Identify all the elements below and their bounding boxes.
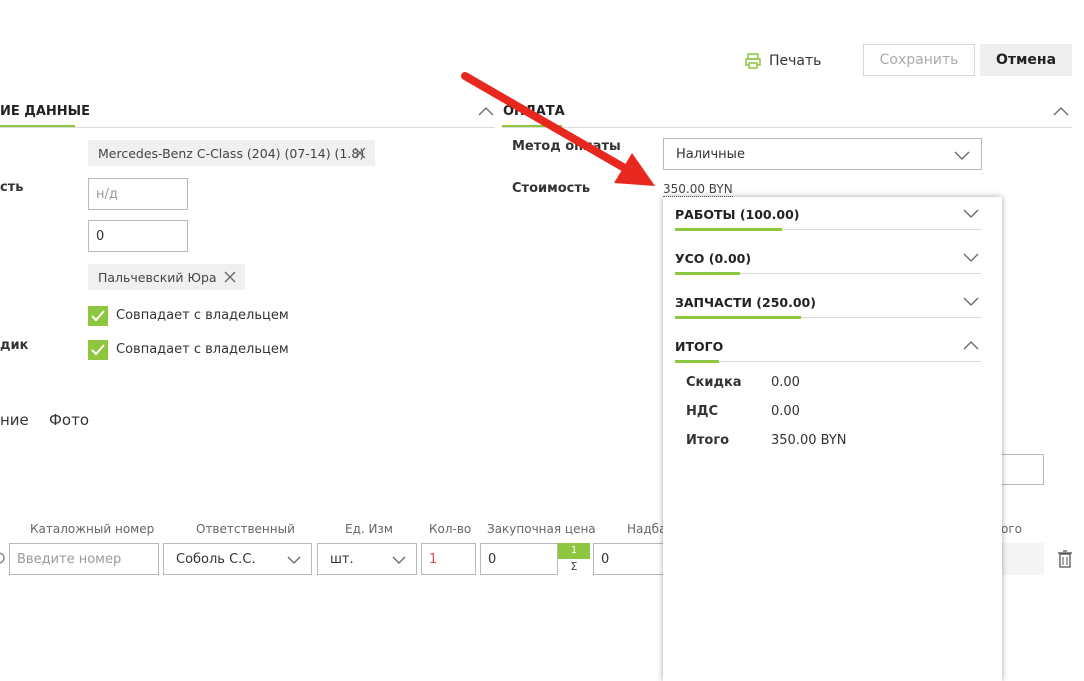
tab-description[interactable]: ние xyxy=(0,411,29,429)
section-divider xyxy=(0,127,495,128)
same-owner-label-1: Совпадает с владельцем xyxy=(116,308,289,323)
qty-badge[interactable]: 1 xyxy=(558,543,590,559)
print-label: Печать xyxy=(769,53,822,69)
col-purchase: Закупочная цена xyxy=(487,522,596,536)
chevron-down-icon xyxy=(963,295,979,306)
chevron-down-icon xyxy=(954,149,970,160)
cancel-button[interactable]: Отмена xyxy=(980,44,1072,76)
collapse-general-icon[interactable] xyxy=(478,105,494,116)
col-qty: Кол-во xyxy=(429,522,472,536)
qty-input[interactable]: 1 xyxy=(421,543,476,575)
section-works-title: РАБОТЫ (100.00) xyxy=(675,207,800,222)
same-owner-label-2: Совпадает с владельцем xyxy=(116,342,289,357)
section-title-payment: ОПЛАТА xyxy=(503,104,565,119)
print-button[interactable]: Печать xyxy=(744,50,824,72)
chevron-down-icon xyxy=(963,251,979,262)
cost-value[interactable]: 350.00 BYN xyxy=(663,182,733,197)
markup-input[interactable]: 0 xyxy=(593,543,668,575)
person-chip-label: Пальчевский Юра xyxy=(98,269,217,285)
unit-select[interactable]: шт. xyxy=(317,543,417,575)
chevron-down-icon xyxy=(963,207,979,218)
section-total-title: ИТОГО xyxy=(675,339,724,354)
payment-method-value: Наличные xyxy=(676,146,745,162)
section-total[interactable]: ИТОГО xyxy=(675,329,981,365)
save-button[interactable]: Сохранить xyxy=(863,44,975,76)
remove-car-icon[interactable] xyxy=(353,146,367,160)
sum-toggle[interactable]: Σ xyxy=(558,559,590,575)
printer-icon xyxy=(744,52,762,70)
payment-method-label: Метод оплаты xyxy=(512,139,621,154)
chevron-down-icon xyxy=(287,554,301,564)
label-payer: дик xyxy=(0,338,29,353)
col-responsible: Ответственный xyxy=(196,522,295,536)
collapse-payment-icon[interactable] xyxy=(1053,105,1069,116)
divider xyxy=(675,361,981,362)
section-parts-title: ЗАПЧАСТИ (250.00) xyxy=(675,295,816,310)
section-uso-title: УСО (0.00) xyxy=(675,251,752,266)
section-total-underline xyxy=(675,360,719,363)
section-parts-underline xyxy=(675,316,801,319)
catalog-input[interactable]: Введите номер xyxy=(9,543,159,575)
discount-label: Скидка xyxy=(686,375,742,390)
section-works-underline xyxy=(675,228,782,231)
col-total: ого xyxy=(1001,522,1022,536)
remove-person-icon[interactable] xyxy=(223,270,237,284)
cost-label: Стоимость xyxy=(512,181,591,196)
chevron-up-icon xyxy=(963,339,979,350)
responsible-select[interactable]: Соболь С.С. xyxy=(163,543,312,575)
same-owner-checkbox-2[interactable] xyxy=(88,340,108,360)
total-value: 350.00 BYN xyxy=(771,433,847,448)
section-parts[interactable]: ЗАПЧАСТИ (250.00) xyxy=(675,285,981,321)
section-uso[interactable]: УСО (0.00) xyxy=(675,241,981,277)
car-chip: Mercedes-Benz C-Class (204) (07-14) (1.8… xyxy=(88,140,375,166)
right-input[interactable] xyxy=(1000,454,1044,485)
section-uso-underline xyxy=(675,272,740,275)
trash-icon[interactable] xyxy=(1058,550,1072,568)
discount-value: 0.00 xyxy=(771,375,800,390)
eye-icon[interactable] xyxy=(0,551,6,565)
col-unit: Ед. Изм xyxy=(345,522,393,536)
vat-label: НДС xyxy=(686,404,718,419)
purchase-input[interactable]: 0 xyxy=(480,543,558,575)
total-cell xyxy=(1002,543,1044,575)
cost-breakdown-popover: РАБОТЫ (100.00) УСО (0.00) ЗАПЧАСТИ (250… xyxy=(663,197,1002,681)
mileage-input[interactable]: н/д xyxy=(88,178,188,210)
label-mileage: сть xyxy=(0,180,24,195)
section-works[interactable]: РАБОТЫ (100.00) xyxy=(675,197,981,233)
same-owner-checkbox-1[interactable] xyxy=(88,306,108,326)
car-chip-label: Mercedes-Benz C-Class (204) (07-14) (1.8… xyxy=(98,145,365,161)
number-input[interactable]: 0 xyxy=(88,220,188,252)
col-catalog: Каталожный номер xyxy=(30,522,155,536)
payment-divider xyxy=(502,127,1072,128)
payment-method-select[interactable]: Наличные xyxy=(663,138,982,170)
unit-value: шт. xyxy=(330,551,354,567)
responsible-value: Соболь С.С. xyxy=(176,551,256,567)
person-chip: Пальчевский Юра xyxy=(88,264,245,290)
section-title-general: ИЕ ДАННЫЕ xyxy=(0,104,91,119)
tab-photo[interactable]: Фото xyxy=(49,411,89,429)
vat-value: 0.00 xyxy=(771,404,800,419)
chevron-down-icon xyxy=(392,554,406,564)
total-label: Итого xyxy=(686,433,730,448)
col-markup: Надба xyxy=(627,522,667,536)
